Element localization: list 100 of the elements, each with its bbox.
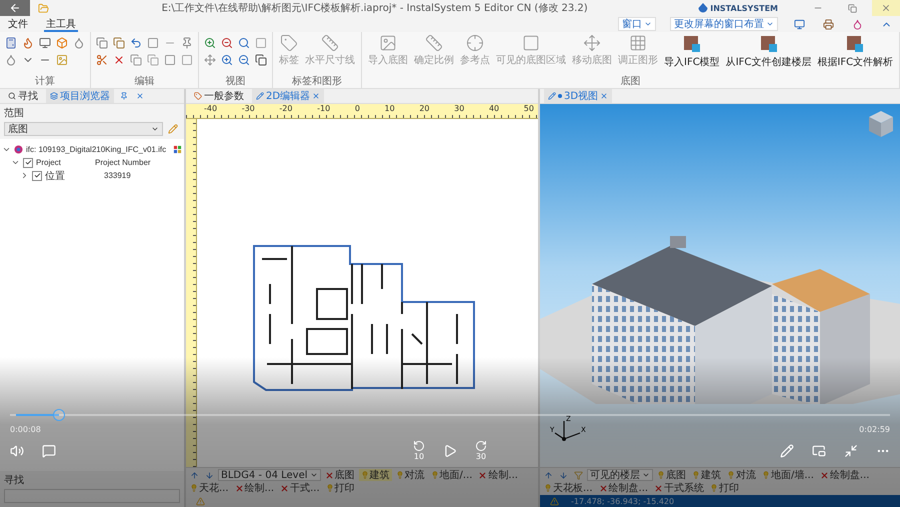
tree-item-value: 333919 <box>104 171 131 180</box>
play-button[interactable] <box>443 444 457 458</box>
panel-tab[interactable]: 寻找 <box>4 89 42 103</box>
layer-toggle[interactable]: 对流 <box>394 469 427 481</box>
filter-button[interactable] <box>572 470 585 480</box>
collapse-button[interactable] <box>844 444 858 458</box>
expand-toggle[interactable] <box>20 171 29 180</box>
copy-icon <box>255 54 267 66</box>
cross-icon <box>324 470 334 480</box>
warning-icon <box>550 496 559 506</box>
tree-item-value: Project Number <box>95 158 151 167</box>
floor-dropdown[interactable]: 可见的楼层 <box>587 469 653 481</box>
group-label: 标签和图形 <box>291 76 343 88</box>
cross-icon <box>598 484 608 492</box>
chevron-right-icon <box>20 171 29 180</box>
panel-tab[interactable]: 项目浏览器 <box>46 89 114 103</box>
layer-toggle[interactable]: 地面/... <box>428 469 474 481</box>
view-cube-icon[interactable] <box>868 110 894 138</box>
layer-toggle[interactable]: 地面/墙... <box>760 469 816 481</box>
cross-icon <box>654 484 664 492</box>
layer-toggle[interactable]: 绘制... <box>476 469 520 481</box>
printer-button[interactable] <box>821 18 836 30</box>
toolbar-button[interactable] <box>129 36 143 50</box>
level-dropdown[interactable]: BLDG4 - 04 Level <box>218 469 321 481</box>
box-icon <box>56 37 68 49</box>
toolbar-button[interactable] <box>220 36 234 50</box>
toolbar-button[interactable] <box>38 36 52 50</box>
group-label: 计算 <box>34 76 56 88</box>
checkbox[interactable] <box>23 158 33 168</box>
expand-toggle[interactable] <box>11 158 20 167</box>
toolbar-button[interactable] <box>4 36 18 50</box>
grid-icon[interactable] <box>173 145 182 154</box>
layer-toggle[interactable]: 绘制... <box>232 482 276 494</box>
pencil-button[interactable] <box>780 444 794 458</box>
toolbar-button[interactable] <box>254 53 268 67</box>
search-field[interactable] <box>4 489 180 503</box>
toolbar-button[interactable] <box>112 36 126 50</box>
layer-toggle[interactable]: 绘制盘... <box>818 469 872 481</box>
tree-item-label[interactable]: 位置 <box>45 168 101 182</box>
rewind-button[interactable]: 10 <box>413 440 425 461</box>
toolbar-button[interactable] <box>180 36 194 50</box>
ruler-number: -20 <box>279 104 292 114</box>
toolbar-button[interactable] <box>4 53 18 67</box>
ribbon-button[interactable]: 根据IFC文件解析 <box>815 34 896 69</box>
caret-icon <box>151 125 159 133</box>
ruler-icon <box>425 34 443 52</box>
layer-toggle[interactable]: 干式系统 <box>652 482 706 494</box>
zoom-in-icon <box>221 54 233 66</box>
crosshair-icon <box>466 34 484 52</box>
layer-toggle[interactable]: 对流 <box>725 469 758 481</box>
close-button[interactable] <box>872 0 900 16</box>
toolbar-button[interactable] <box>72 36 86 50</box>
pencil-button[interactable] <box>166 124 180 134</box>
layer-toggle[interactable]: 绘制盘... <box>596 482 650 494</box>
layer-toggle[interactable]: 打印 <box>708 482 742 494</box>
toolbar-button[interactable] <box>203 36 217 50</box>
toolbar-button[interactable] <box>95 53 109 67</box>
toolbar-button[interactable] <box>237 36 251 50</box>
ribbon-tab[interactable]: 文件 <box>6 16 30 32</box>
captions-button[interactable] <box>42 444 56 458</box>
menu-dropdown[interactable]: 窗口 <box>618 17 656 31</box>
close-icon <box>881 3 891 13</box>
progress-thumb[interactable] <box>53 409 66 421</box>
layer-toggle[interactable]: 天花... <box>188 482 231 494</box>
view-tab[interactable]: 3D视图 <box>544 89 612 103</box>
layer-toggle[interactable]: 建筑 <box>358 469 392 481</box>
tree-item-label[interactable]: ifc: 109193_Digital210King_IFC_v01.ifc <box>26 145 166 154</box>
layer-toggle[interactable]: 底图 <box>322 469 357 481</box>
toolbar-button[interactable] <box>21 36 35 50</box>
layer-toggle[interactable]: 底图 <box>655 469 688 481</box>
ribbon-button[interactable]: 导入IFC模型 <box>662 34 722 69</box>
pin-icon <box>120 92 128 100</box>
scope-dropdown[interactable]: 底图 <box>4 122 163 136</box>
back-button[interactable] <box>0 0 30 16</box>
expand-toggle[interactable] <box>2 145 11 154</box>
ruler-number: -10 <box>317 104 330 114</box>
layer-toggle[interactable]: 打印 <box>324 482 357 494</box>
droplet-icon <box>5 54 17 66</box>
layer-toggle[interactable]: 建筑 <box>690 469 723 481</box>
ruler-number: 10 <box>384 104 395 114</box>
toolbar-button[interactable] <box>220 53 234 67</box>
folder-button[interactable] <box>36 2 51 14</box>
pencil-icon <box>780 444 794 458</box>
toolbar-button[interactable] <box>95 36 109 50</box>
checkbox[interactable] <box>32 170 42 180</box>
layer-toggle[interactable]: 干式... <box>278 482 322 494</box>
cross-icon <box>478 470 488 480</box>
monitor-icon <box>39 37 51 49</box>
miniplayer-button[interactable] <box>812 444 826 458</box>
menu-dropdown[interactable]: 更改屏幕的窗口布置 <box>670 17 778 31</box>
layer-toggle[interactable]: 天花板... <box>542 482 595 494</box>
editor-tab[interactable]: 2D编辑器 <box>252 89 324 103</box>
tree-item-label[interactable]: Project <box>36 158 92 167</box>
monitor-button[interactable] <box>792 18 807 30</box>
volume-button[interactable] <box>10 444 24 458</box>
forward-button[interactable]: 30 <box>475 440 487 461</box>
ribbon-button[interactable]: 从IFC文件创建楼层 <box>724 34 814 69</box>
scope-label: 范围 <box>3 106 25 121</box>
editor-tab[interactable]: 一般参数 <box>190 89 248 103</box>
toolbar-button[interactable] <box>237 53 251 67</box>
